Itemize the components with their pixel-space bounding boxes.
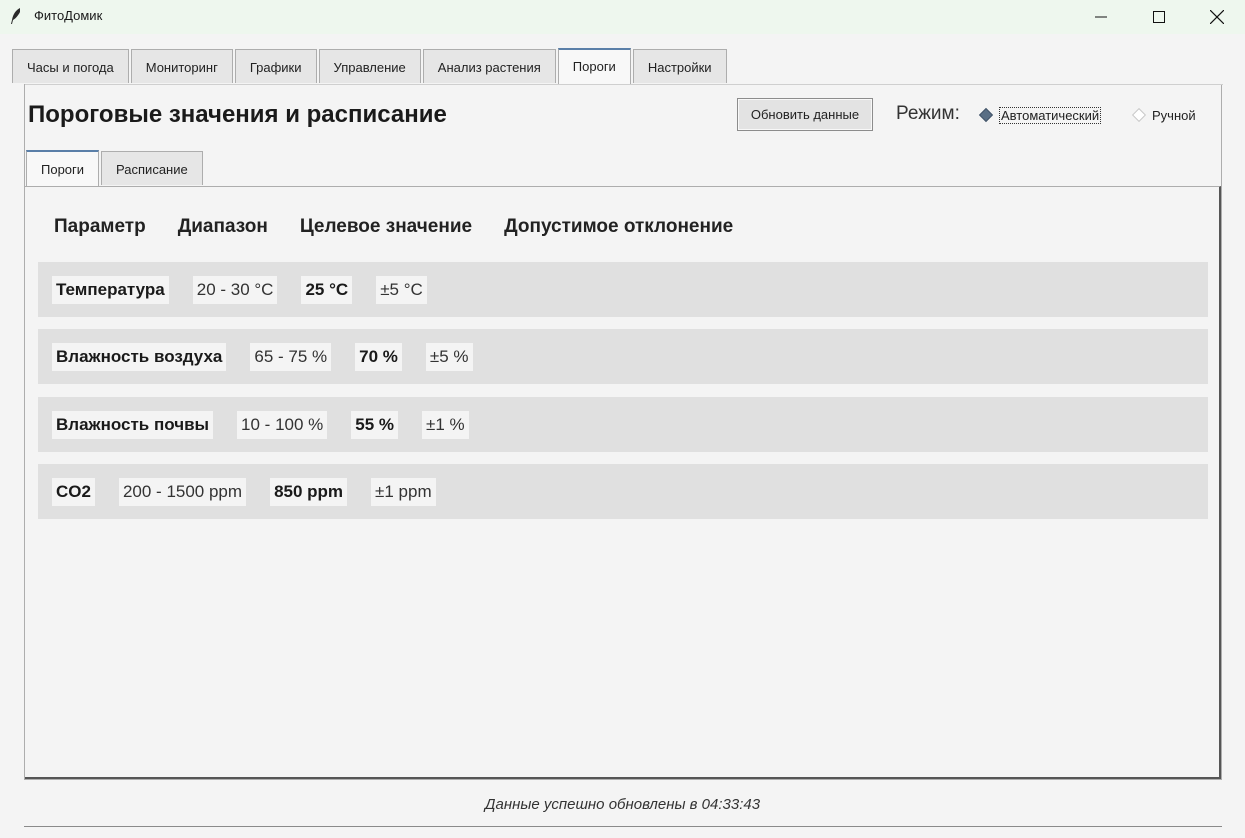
tab-charts[interactable]: Графики <box>234 49 317 83</box>
header-parameter: Параметр <box>54 216 146 237</box>
header-deviation: Допустимое отклонение <box>504 216 734 237</box>
tab-control[interactable]: Управление <box>318 49 421 83</box>
status-bar-text: Данные успешно обновлены в 04:33:43 <box>484 796 761 813</box>
table-row: CO2 200 - 1500 ppm 850 ppm ±1 ppm <box>38 464 1208 519</box>
tab-clock-weather[interactable]: Часы и погода <box>12 49 129 83</box>
row-deviation: ±1 % <box>422 410 469 439</box>
minimize-icon <box>1095 16 1107 18</box>
row-target: 25 °C <box>301 275 353 304</box>
header-range: Диапазон <box>177 216 268 237</box>
row-target: 55 % <box>351 410 399 439</box>
mode-automatic-radio[interactable]: Автоматический <box>977 103 1102 127</box>
mode-manual-radio[interactable]: Ручной <box>1130 103 1196 127</box>
row-param: CO2 <box>52 477 95 506</box>
row-deviation: ±1 ppm <box>371 477 436 506</box>
row-range: 200 - 1500 ppm <box>118 477 247 506</box>
sub-tab-bar: Пороги Расписание <box>26 150 205 187</box>
mode-label: Режим: <box>896 103 960 124</box>
row-target: 70 % <box>355 342 402 371</box>
radio-selected-icon <box>978 107 994 123</box>
maximize-button[interactable] <box>1130 0 1188 34</box>
radio-unselected-icon <box>1131 107 1147 123</box>
table-header: Параметр Диапазон Целевое значение Допус… <box>54 216 765 238</box>
row-param: Температура <box>52 275 169 304</box>
mode-manual-label: Ручной <box>1152 107 1196 123</box>
subtab-schedule[interactable]: Расписание <box>101 151 203 185</box>
row-range: 65 - 75 % <box>250 342 332 371</box>
row-range: 20 - 30 °C <box>192 275 278 304</box>
header-target: Целевое значение <box>299 216 473 237</box>
refresh-data-button[interactable]: Обновить данные <box>737 98 873 131</box>
mode-automatic-label: Автоматический <box>999 106 1102 124</box>
status-divider <box>24 826 1222 827</box>
table-row: Влажность воздуха 65 - 75 % 70 % ±5 % <box>38 329 1208 384</box>
feather-icon <box>11 8 20 24</box>
title-bar: ФитоДомик <box>0 0 1245 34</box>
row-deviation: ±5 % <box>425 342 473 371</box>
panel-divider <box>25 84 1223 85</box>
row-range: 10 - 100 % <box>237 410 328 439</box>
row-deviation: ±5 °C <box>376 275 427 304</box>
row-param: Влажность почвы <box>52 410 214 439</box>
tab-monitoring[interactable]: Мониторинг <box>130 49 233 83</box>
tab-plant-analysis[interactable]: Анализ растения <box>422 49 556 83</box>
window-title: ФитоДомик <box>34 8 103 23</box>
maximize-icon <box>1153 11 1165 23</box>
main-tab-bar: Часы и погода Мониторинг Графики Управле… <box>12 48 729 84</box>
close-icon <box>1210 10 1224 24</box>
row-param: Влажность воздуха <box>52 342 227 371</box>
minimize-button[interactable] <box>1072 0 1130 34</box>
table-row: Влажность почвы 10 - 100 % 55 % ±1 % <box>38 397 1208 452</box>
subtab-thresholds[interactable]: Пороги <box>26 150 100 187</box>
row-target: 850 ppm <box>270 477 348 506</box>
page-title: Пороговые значения и расписание <box>28 101 447 128</box>
table-row: Температура 20 - 30 °C 25 °C ±5 °C <box>38 262 1208 317</box>
tab-thresholds[interactable]: Пороги <box>557 48 631 84</box>
tab-settings[interactable]: Настройки <box>632 49 727 83</box>
close-button[interactable] <box>1188 0 1245 34</box>
